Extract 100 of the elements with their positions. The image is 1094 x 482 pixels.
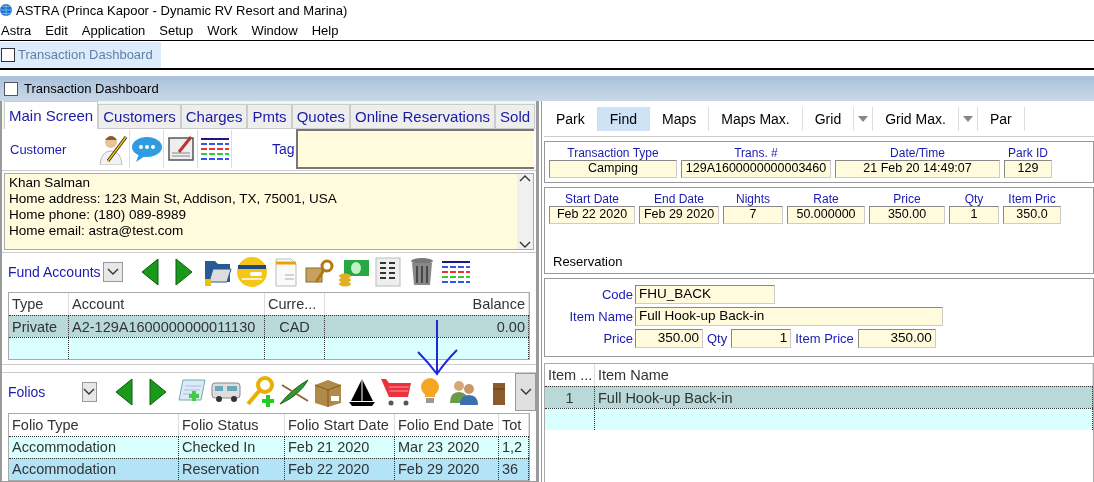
tab[interactable]: Main Screen [4, 101, 99, 129]
field-value[interactable]: 1 [949, 206, 999, 224]
tab[interactable]: Customers [98, 104, 181, 129]
trash-icon[interactable] [409, 256, 435, 287]
left-arrow-icon[interactable] [114, 378, 135, 406]
code-label: Code [600, 287, 633, 302]
camper-icon[interactable] [210, 380, 243, 404]
qty-field[interactable]: 1 [731, 329, 792, 348]
tag-field[interactable] [296, 129, 534, 170]
table-cell: Mar 23 2020 [395, 437, 499, 458]
field-label: Price [892, 192, 922, 206]
right-arrow-icon[interactable] [148, 378, 169, 406]
tab[interactable]: Sold [495, 104, 536, 129]
table-cell: Accommodation [9, 437, 179, 458]
table-row[interactable]: Accommodation Checked In Feb 21 2020 Mar 23 2020 1,2 [9, 436, 529, 458]
table-cell: Checked In [179, 437, 285, 458]
field-value[interactable]: 129A1600000000003460 [681, 160, 831, 178]
toolbar-button[interactable]: Maps [650, 106, 710, 131]
tab[interactable]: Quotes [291, 104, 350, 129]
customer-details-box[interactable]: Khan Salman Home address: 123 Main St, Addison, TX, 75001, USA Home phone: (180) 089-8989 Home email: astra@test.com [4, 172, 534, 251]
cart-icon[interactable] [380, 377, 413, 407]
sailboat-icon[interactable] [347, 377, 378, 407]
toolbar-button[interactable]: Maps Max. [709, 106, 803, 131]
price-label: Price [602, 331, 633, 346]
key-box-icon[interactable] [305, 257, 335, 286]
code-field[interactable]: FHU_BACK [635, 285, 775, 304]
field-value[interactable]: 50.000000 [787, 206, 865, 224]
menu-item[interactable]: Work [206, 22, 238, 38]
note-pencil-icon[interactable] [166, 135, 195, 164]
left-arrow-icon[interactable] [140, 257, 160, 286]
table-cell: Accommodation [9, 459, 179, 480]
field-label: End Date [652, 192, 705, 206]
toolbar-button[interactable]: Par [977, 106, 1025, 131]
field-label: Trans. # [733, 146, 779, 160]
menu-item[interactable]: Astra [0, 22, 32, 38]
column-header[interactable]: Folio Status [179, 414, 285, 436]
field-value[interactable]: 350.00 [869, 206, 945, 224]
caret-down-icon [962, 115, 973, 122]
field-label: Date/Time [889, 146, 946, 160]
folios-label: Folios [8, 384, 47, 400]
field-value[interactable]: Camping [549, 160, 677, 178]
field-label: Transaction Type [566, 146, 660, 160]
field-value[interactable]: 350.0 [1003, 206, 1061, 224]
toolbar-button[interactable]: Grid [802, 106, 855, 131]
menu-item[interactable]: Edit [44, 22, 68, 38]
menu-item[interactable]: Application [80, 22, 146, 38]
tab[interactable]: Pmts [247, 104, 292, 129]
card-icon[interactable] [236, 256, 268, 287]
table-row[interactable]: Accommodation Reservation Feb 22 2020 Feb 29 2020 36 [9, 458, 529, 480]
dropdown-button[interactable] [103, 261, 123, 282]
table-row[interactable]: 1 Full Hook-up Back-in [545, 386, 1093, 408]
field-label: Nights [735, 192, 771, 206]
window-icon [1, 47, 15, 62]
column-header[interactable]: Folio Type [9, 414, 179, 436]
table-cell: Feb 22 2020 [285, 459, 395, 480]
qty-label: Qty [707, 331, 728, 346]
menu-item[interactable]: Setup [158, 22, 194, 38]
detail-line: Home phone: (180) 089-8989 [9, 206, 188, 223]
table-row[interactable]: Private A2-129A1600000000011130 CAD 0.00 [9, 315, 529, 338]
list-icon[interactable] [374, 256, 402, 287]
item-name-label: Item Name [568, 309, 633, 324]
field-label: Item Pric [1007, 192, 1057, 206]
item-price-field[interactable]: 350.00 [857, 329, 936, 348]
field-label: Rate [812, 192, 840, 206]
table-cell: Reservation [179, 459, 285, 480]
field-value[interactable]: Feb 22 2020 [549, 206, 635, 224]
app-title: ASTRA (Princa Kapoor - Dynamic RV Resort and Marina) [16, 2, 348, 18]
scrollbar[interactable] [517, 173, 533, 250]
menu-item[interactable]: Help [310, 22, 339, 38]
box-icon[interactable] [313, 377, 344, 407]
detail-line: Home email: astra@test.com [9, 222, 185, 239]
tab[interactable]: Online Reservations [350, 104, 496, 129]
right-arrow-icon[interactable] [174, 257, 194, 286]
column-header[interactable]: Folio Start Date [285, 414, 395, 436]
reservation-label: Reservation [552, 254, 624, 269]
toolbar-button[interactable]: Grid Max. [873, 106, 959, 131]
window-tab[interactable]: Transaction Dashboard [0, 41, 161, 68]
item-name-field[interactable]: Full Hook-up Back-in [635, 307, 943, 326]
table-cell: Feb 29 2020 [395, 459, 499, 480]
dropdown-button[interactable] [81, 382, 98, 402]
kayak-icon[interactable] [278, 377, 311, 407]
toolbar-button[interactable]: Park [544, 106, 598, 131]
table-cell: 1,2 [499, 437, 529, 458]
people-icon[interactable] [449, 379, 480, 405]
field-value[interactable]: 7 [723, 206, 783, 224]
field-label: Park ID [1007, 146, 1049, 160]
caret-down-icon [858, 115, 869, 122]
window-icon [4, 81, 18, 96]
tab[interactable]: Charges [180, 104, 248, 129]
price-field[interactable]: 350.00 [635, 329, 703, 348]
person-pencil-icon[interactable] [97, 133, 128, 166]
field-value[interactable]: Feb 29 2020 [639, 206, 719, 224]
column-header[interactable]: Tot [499, 414, 529, 436]
toolbar-button[interactable]: Find [597, 106, 651, 131]
field-value[interactable]: 129 [1004, 160, 1052, 178]
column-header[interactable]: Folio End Date [395, 414, 499, 436]
field-value[interactable]: 21 Feb 20 14:49:07 [835, 160, 1000, 178]
detail-line: Home address: 123 Main St, Addison, TX, 75001, USA [9, 190, 338, 207]
table-cell: Feb 21 2020 [285, 437, 395, 458]
menu-item[interactable]: Window [250, 22, 298, 38]
